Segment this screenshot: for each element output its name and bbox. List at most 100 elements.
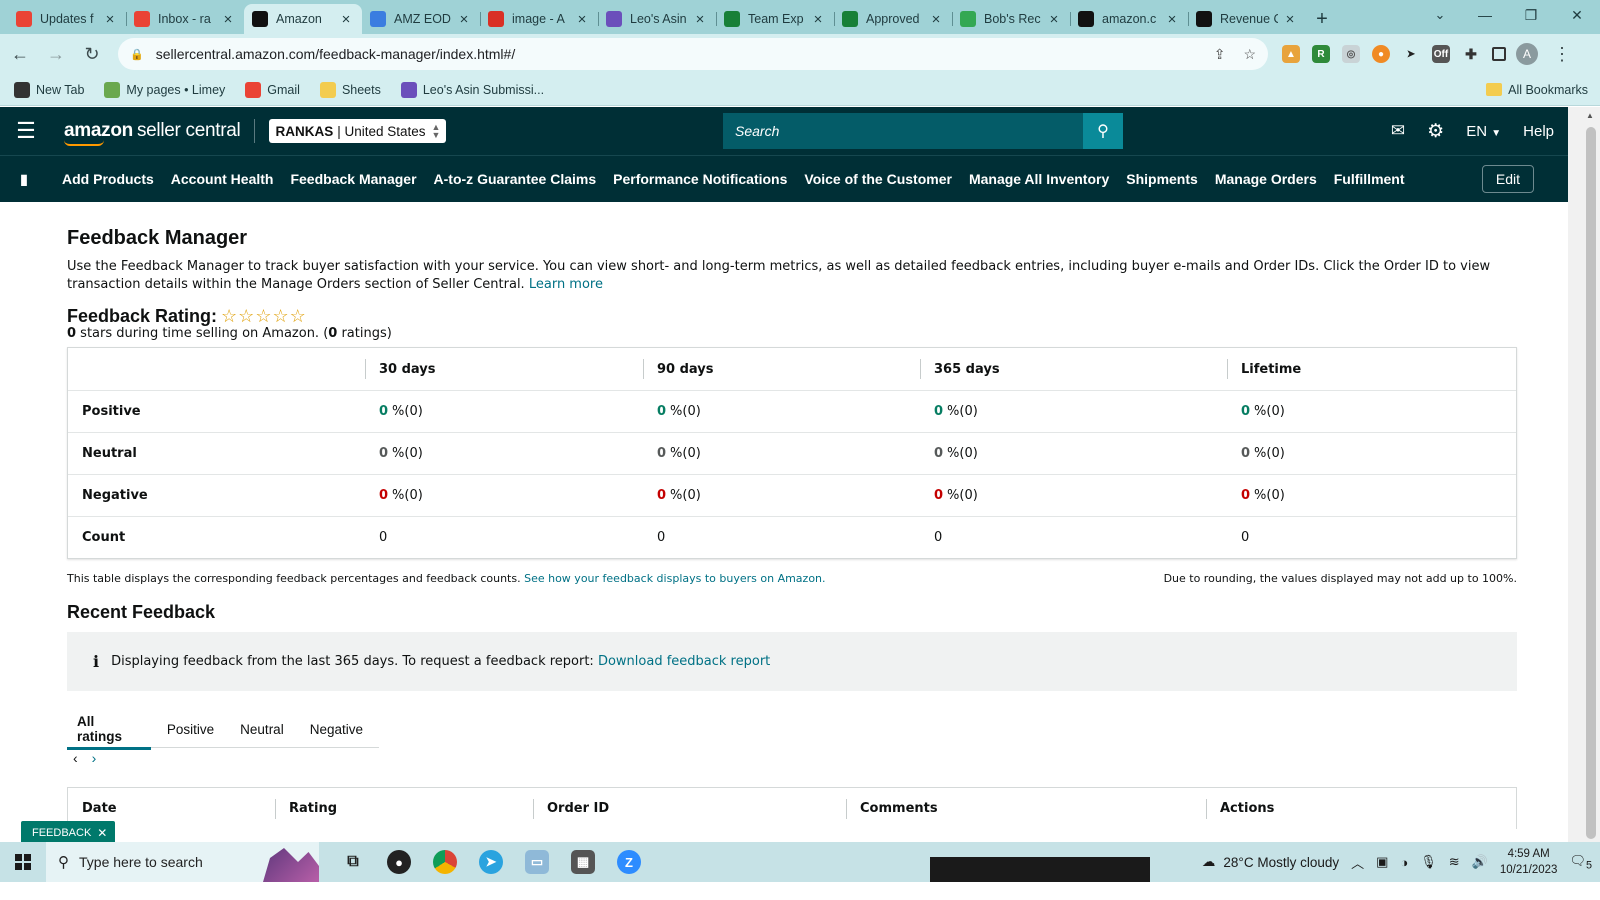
- feedback-column-header[interactable]: Comments: [846, 788, 1206, 829]
- browser-tab[interactable]: image - A ×: [480, 4, 598, 34]
- seller-central-logo[interactable]: amazon seller central: [64, 120, 241, 146]
- files-icon[interactable]: ▭: [525, 850, 549, 874]
- bookmark-icon[interactable]: ▮: [0, 171, 48, 188]
- close-tab-icon[interactable]: ×: [1164, 11, 1180, 28]
- browser-tab[interactable]: Revenue C ×: [1188, 4, 1306, 34]
- browser-tab[interactable]: AMZ EOD ×: [362, 4, 480, 34]
- browser-tab[interactable]: Amazon ×: [244, 4, 362, 34]
- microphone-icon[interactable]: 🎙: [1420, 854, 1437, 870]
- download-report-link[interactable]: Download feedback report: [598, 654, 770, 669]
- mail-icon[interactable]: ✉: [1391, 121, 1405, 141]
- back-icon[interactable]: ←: [4, 38, 36, 70]
- extension-6-icon[interactable]: Off: [1432, 45, 1450, 63]
- rating-tab[interactable]: Negative: [300, 710, 373, 748]
- close-tab-icon[interactable]: ×: [692, 11, 708, 28]
- close-tab-icon[interactable]: ×: [338, 11, 354, 28]
- chevron-right-icon[interactable]: ›: [92, 750, 97, 766]
- tab-search-icon[interactable]: ⌄: [1427, 2, 1453, 28]
- reload-icon[interactable]: ↻: [76, 38, 108, 70]
- language-selector[interactable]: EN ▼: [1466, 123, 1501, 140]
- bookmark-item[interactable]: Leo's Asin Submissi...: [400, 81, 544, 98]
- rating-tab[interactable]: Neutral: [230, 710, 294, 748]
- seller-search-input[interactable]: Search: [723, 113, 1083, 149]
- edit-nav-button[interactable]: Edit: [1481, 165, 1534, 193]
- extension-1-icon[interactable]: ▲: [1282, 45, 1300, 63]
- browser-tab[interactable]: Inbox - ra ×: [126, 4, 244, 34]
- close-tab-icon[interactable]: ×: [1046, 11, 1062, 28]
- chrome-icon[interactable]: [433, 850, 457, 874]
- extension-2-icon[interactable]: R: [1312, 45, 1330, 63]
- feedback-column-header[interactable]: Order ID: [533, 788, 846, 829]
- close-tab-icon[interactable]: ×: [102, 11, 118, 28]
- nav-item[interactable]: Fulfillment: [1334, 171, 1405, 187]
- minimize-icon[interactable]: —: [1462, 0, 1508, 30]
- feedback-display-link[interactable]: See how your feedback displays to buyers…: [524, 572, 825, 585]
- browser-tab[interactable]: Team Exp ×: [716, 4, 834, 34]
- nav-item[interactable]: Voice of the Customer: [804, 171, 952, 187]
- extension-3-icon[interactable]: ◎: [1342, 45, 1360, 63]
- nav-item[interactable]: Performance Notifications: [613, 171, 787, 187]
- bookmark-star-icon[interactable]: ☆: [1243, 46, 1256, 63]
- notifications-icon[interactable]: 🗨5: [1569, 853, 1592, 872]
- close-tab-icon[interactable]: ×: [928, 11, 944, 28]
- browser-tab[interactable]: amazon.c ×: [1070, 4, 1188, 34]
- browser-tab[interactable]: Bob's Rec ×: [952, 4, 1070, 34]
- all-bookmarks[interactable]: All Bookmarks: [1486, 83, 1588, 97]
- browser-tab[interactable]: Leo's Asin ×: [598, 4, 716, 34]
- bookmark-item[interactable]: My pages • Limey: [104, 81, 225, 98]
- task-view-icon[interactable]: ⧉: [341, 850, 365, 874]
- obs-icon[interactable]: ●: [387, 850, 411, 874]
- feedback-widget-button[interactable]: FEEDBACK ✕: [21, 821, 116, 844]
- calculator-icon[interactable]: ▦: [571, 850, 595, 874]
- bookmark-item[interactable]: New Tab: [14, 81, 84, 98]
- account-switcher[interactable]: RANKAS | United States ▲ ▼: [269, 119, 447, 143]
- learn-more-link[interactable]: Learn more: [529, 277, 603, 292]
- network-icon[interactable]: ◑: [1400, 855, 1408, 870]
- close-tab-icon[interactable]: ×: [1282, 11, 1298, 28]
- close-window-icon[interactable]: ✕: [1554, 0, 1600, 30]
- forward-icon[interactable]: →: [40, 38, 72, 70]
- tray-chevron-icon[interactable]: ︿: [1351, 853, 1364, 872]
- chevron-left-icon[interactable]: ‹: [73, 750, 78, 766]
- meet-icon[interactable]: ▣: [1376, 854, 1388, 870]
- close-tab-icon[interactable]: ×: [810, 11, 826, 28]
- share-icon[interactable]: ⇪: [1214, 46, 1226, 63]
- search-icon[interactable]: ⚲: [1083, 113, 1123, 149]
- restore-icon[interactable]: ❐: [1508, 0, 1554, 30]
- extension-4-icon[interactable]: ●: [1372, 45, 1390, 63]
- nav-item[interactable]: Shipments: [1126, 171, 1198, 187]
- feedback-column-header[interactable]: Actions: [1206, 788, 1516, 829]
- bookmark-item[interactable]: Sheets: [319, 81, 381, 98]
- wifi-icon[interactable]: ≋: [1449, 854, 1460, 870]
- side-panel-icon[interactable]: [1492, 47, 1506, 61]
- nav-item[interactable]: Manage All Inventory: [969, 171, 1109, 187]
- close-tab-icon[interactable]: ×: [456, 11, 472, 28]
- volume-icon[interactable]: 🔊: [1472, 854, 1488, 870]
- weather-widget[interactable]: ☁ 28°C Mostly cloudy: [1202, 854, 1339, 870]
- zoom-icon[interactable]: Z: [617, 850, 641, 874]
- hamburger-menu-icon[interactable]: ☰: [0, 118, 52, 144]
- help-link[interactable]: Help: [1523, 123, 1554, 140]
- rating-tab[interactable]: All ratings: [67, 710, 151, 750]
- browser-tab[interactable]: Approved ×: [834, 4, 952, 34]
- page-scrollbar[interactable]: ▲ ▼: [1568, 107, 1600, 857]
- scrollbar-thumb[interactable]: [1586, 127, 1596, 839]
- taskbar-search[interactable]: ⚲ Type here to search: [46, 842, 319, 882]
- nav-item[interactable]: A-to-z Guarantee Claims: [434, 171, 597, 187]
- feedback-column-header[interactable]: Rating: [275, 788, 533, 829]
- url-input[interactable]: 🔒 sellercentral.amazon.com/feedback-mana…: [118, 38, 1268, 70]
- clock[interactable]: 4:59 AM 10/21/2023: [1500, 846, 1558, 878]
- close-tab-icon[interactable]: ×: [220, 11, 236, 28]
- nav-item[interactable]: Account Health: [171, 171, 274, 187]
- puzzle-icon[interactable]: ✚: [1462, 45, 1480, 63]
- close-icon[interactable]: ✕: [97, 826, 107, 840]
- profile-avatar[interactable]: A: [1516, 43, 1538, 65]
- windows-start-icon[interactable]: [0, 854, 46, 870]
- browser-menu-icon[interactable]: ⋮: [1546, 38, 1578, 70]
- nav-item[interactable]: Add Products: [62, 171, 154, 187]
- extension-5-icon[interactable]: ➤: [1402, 45, 1420, 63]
- close-tab-icon[interactable]: ×: [574, 11, 590, 28]
- gear-icon[interactable]: ⚙: [1427, 120, 1444, 143]
- telegram-icon[interactable]: ➤: [479, 850, 503, 874]
- nav-item[interactable]: Manage Orders: [1215, 171, 1317, 187]
